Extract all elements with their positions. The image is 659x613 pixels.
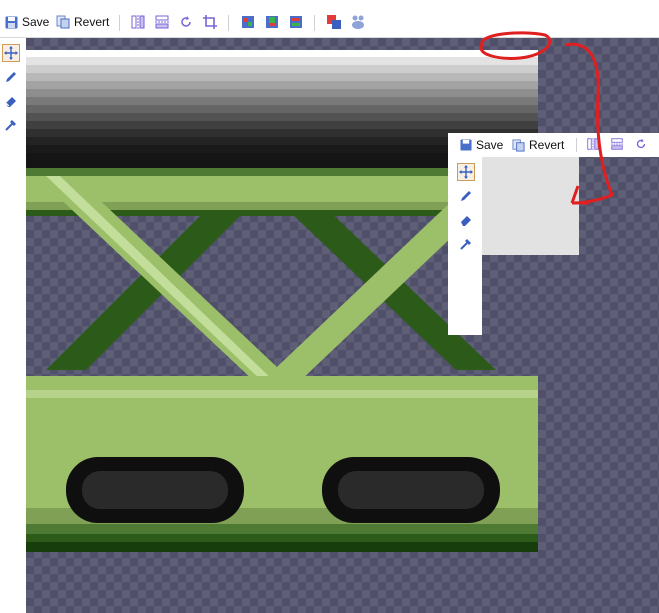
red-annotation	[479, 31, 614, 205]
